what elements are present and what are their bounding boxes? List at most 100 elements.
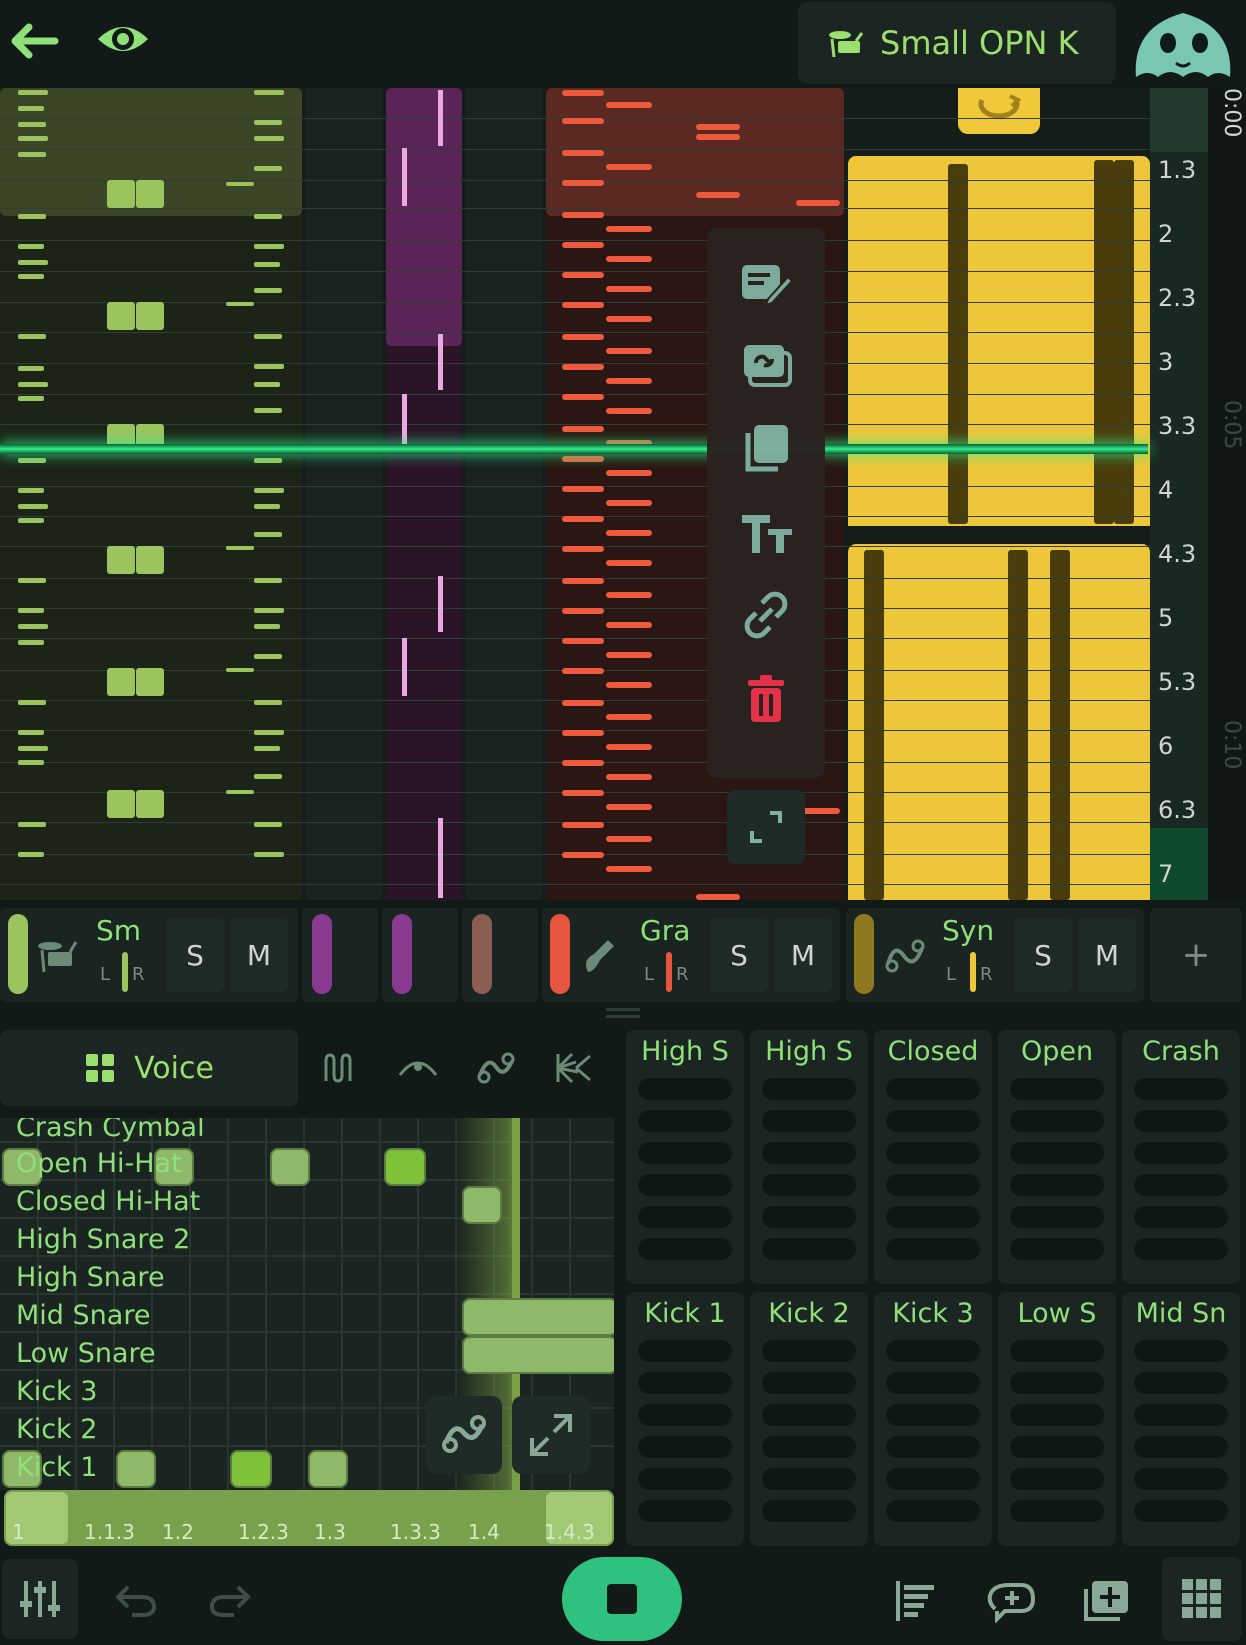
step-note[interactable]	[384, 1148, 426, 1186]
pad-label: Open	[1020, 1036, 1094, 1067]
mascot-avatar[interactable]	[1128, 4, 1238, 84]
step-note[interactable]	[308, 1450, 348, 1488]
solo-button[interactable]: S	[710, 918, 768, 992]
instrument-selector[interactable]: Small OPN K	[798, 2, 1116, 84]
add-clip-icon[interactable]	[1072, 1569, 1142, 1633]
mute-button[interactable]: M	[230, 918, 288, 992]
track-header-collapsed[interactable]	[302, 908, 378, 1002]
arrangement-view[interactable]: 0:00 0:05 0:10 1.3 2 2.3 3 3.3 4 4.3 5 5…	[0, 88, 1246, 900]
empty-lane[interactable]	[466, 88, 542, 900]
drum-notes	[18, 90, 284, 857]
stop-icon[interactable]	[562, 1557, 682, 1641]
synth-clip-2[interactable]	[848, 544, 1150, 900]
automation-icon[interactable]	[426, 1396, 502, 1474]
bar-label: 2	[1158, 220, 1174, 248]
waveform-icon[interactable]	[310, 1040, 370, 1096]
link-copy-icon[interactable]	[707, 330, 825, 400]
solo-button[interactable]: S	[1014, 918, 1072, 992]
drum-pad[interactable]: Low S	[998, 1292, 1116, 1546]
empty-lane[interactable]	[306, 88, 382, 900]
timeline-label: 1.3.3	[390, 1520, 441, 1544]
expand-icon[interactable]	[512, 1396, 590, 1474]
synth-lane[interactable]	[848, 88, 1150, 900]
panel-resize-handle[interactable]	[606, 1008, 640, 1020]
delete-icon[interactable]	[707, 664, 825, 734]
synth-clip-1[interactable]	[848, 156, 1150, 526]
drum-pad[interactable]: Kick 1	[626, 1292, 744, 1546]
grid-icon[interactable]	[1162, 1557, 1242, 1641]
undo-icon[interactable]	[100, 1569, 172, 1633]
drum-pad[interactable]: High S	[750, 1030, 868, 1284]
track-color-bar	[854, 914, 874, 994]
bar-label: 2.3	[1158, 284, 1197, 312]
redo-icon[interactable]	[194, 1569, 266, 1633]
drum-pad[interactable]: Kick 3	[874, 1292, 992, 1546]
back-arrow-icon[interactable]	[4, 14, 64, 68]
link-icon[interactable]	[707, 580, 825, 650]
loop-add-icon[interactable]	[974, 1569, 1046, 1633]
drum-pad[interactable]: Closed	[874, 1030, 992, 1284]
timeline-label: 1.2.3	[238, 1520, 289, 1544]
step-note[interactable]	[462, 1298, 614, 1336]
add-track-button[interactable]: +	[1150, 908, 1242, 1002]
drum-row-label: Kick 3	[16, 1376, 98, 1407]
drum-pad[interactable]: Open	[998, 1030, 1116, 1284]
envelope-icon[interactable]	[388, 1040, 448, 1096]
pan-indicator[interactable]	[122, 952, 128, 992]
loop-marker[interactable]	[958, 88, 1040, 134]
drum-row-label: Low Snare	[16, 1338, 156, 1369]
track-header-bar: Sm L R S M Gra L R S M Syn L R S M +	[0, 900, 1246, 1010]
solo-button[interactable]: S	[166, 918, 224, 992]
drum-pad[interactable]: Kick 2	[750, 1292, 868, 1546]
step-note[interactable]	[116, 1450, 156, 1488]
bar-label: 3	[1158, 348, 1174, 376]
drum-pad[interactable]: Mid Sn	[1122, 1292, 1240, 1546]
timeline-label: 1.4	[468, 1520, 500, 1544]
step-note[interactable]	[270, 1148, 310, 1186]
mute-button[interactable]: M	[774, 918, 832, 992]
edit-clip-icon[interactable]	[707, 248, 825, 318]
pan-right-label: R	[132, 964, 145, 985]
time-ruler: 0:00 0:05 0:10	[1208, 88, 1246, 900]
drum-pad[interactable]: Crash	[1122, 1030, 1240, 1284]
drum-row-label: Mid Snare	[16, 1300, 151, 1331]
playhead[interactable]	[0, 444, 1148, 454]
clip-context-menu	[707, 228, 825, 778]
mixer-icon[interactable]	[2, 1559, 78, 1639]
pan-right-label: R	[980, 964, 993, 985]
pad-label: Low S	[1017, 1298, 1097, 1329]
synth-wave-icon	[884, 938, 926, 978]
track-color-bar	[550, 914, 570, 994]
pattern-timeline[interactable]: 1 1.1.3 1.2 1.2.3 1.3 1.3.3 1.4 1.4.3	[4, 1490, 614, 1546]
bar-label: 6.3	[1158, 796, 1197, 824]
drum-step-grid[interactable]: Crash Cymbal Open Hi-Hat Closed Hi-Hat H…	[0, 1118, 614, 1490]
step-note[interactable]	[230, 1450, 272, 1488]
pan-indicator[interactable]	[666, 952, 672, 992]
drum-row-label: Closed Hi-Hat	[16, 1186, 201, 1217]
track-header-collapsed[interactable]	[382, 908, 458, 1002]
expand-icon[interactable]	[727, 790, 805, 864]
voice-mode-button[interactable]: Voice	[0, 1030, 298, 1106]
duplicate-icon[interactable]	[707, 414, 825, 484]
pad-label: Mid Sn	[1135, 1298, 1227, 1329]
track-header-guitar[interactable]: Gra L R S M	[542, 908, 840, 1002]
track-header-drums[interactable]: Sm L R S M	[0, 908, 298, 1002]
track-header-synth[interactable]: Syn L R S M	[846, 908, 1144, 1002]
mute-button[interactable]: M	[1078, 918, 1136, 992]
step-note[interactable]	[462, 1186, 502, 1224]
drum-kit-icon	[36, 936, 80, 978]
drum-pad[interactable]: High S	[626, 1030, 744, 1284]
arrangement-icon[interactable]	[882, 1569, 950, 1633]
drum-pads: High S High S Closed Open Crash Kick 1 K…	[626, 1030, 1246, 1550]
eye-icon[interactable]	[90, 12, 156, 66]
bar-label: 5.3	[1158, 668, 1197, 696]
drum-row-label: High Snare 2	[16, 1224, 191, 1255]
step-note[interactable]	[462, 1336, 614, 1374]
timeline-label: 1.1.3	[84, 1520, 135, 1544]
rename-text-icon[interactable]	[707, 498, 825, 568]
pan-indicator[interactable]	[970, 952, 976, 992]
track-header-collapsed[interactable]	[462, 908, 538, 1002]
automation-icon[interactable]	[466, 1040, 526, 1096]
effects-icon[interactable]	[544, 1040, 604, 1096]
timeline-label: 1.4.3	[544, 1520, 595, 1544]
